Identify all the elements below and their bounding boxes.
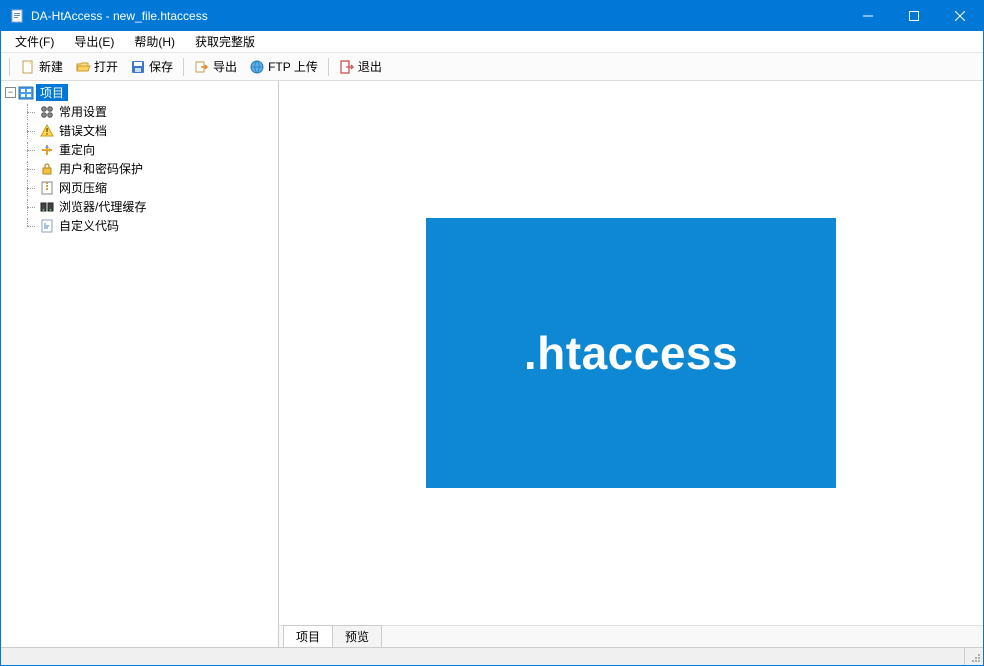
- tree-item-common-settings[interactable]: 常用设置: [21, 102, 278, 121]
- project-icon: [18, 85, 34, 101]
- tree-connector: [21, 218, 35, 234]
- status-cell: [1, 648, 965, 665]
- export-label: 导出: [213, 58, 237, 75]
- exit-button[interactable]: 退出: [333, 56, 388, 77]
- save-button[interactable]: 保存: [124, 56, 179, 77]
- new-file-icon: [20, 59, 36, 75]
- logo-text: .htaccess: [524, 326, 738, 380]
- menubar: 文件(F) 导出(E) 帮助(H) 获取完整版: [1, 31, 983, 53]
- new-label: 新建: [39, 58, 63, 75]
- tree-item-label: 重定向: [59, 141, 95, 158]
- code-file-icon: [39, 218, 55, 234]
- ftp-upload-button[interactable]: FTP 上传: [243, 56, 324, 77]
- window-title: DA-HtAccess - new_file.htaccess: [31, 9, 845, 23]
- toolbar-separator: [9, 58, 10, 76]
- cache-icon: [39, 199, 55, 215]
- save-disk-icon: [130, 59, 146, 75]
- toolbar-separator: [183, 58, 184, 76]
- toolbar: 新建 打开 保存 导出 FTP 上传 退出: [1, 53, 983, 81]
- toolbar-separator: [328, 58, 329, 76]
- menu-help[interactable]: 帮助(H): [124, 31, 185, 52]
- tree-item-label: 用户和密码保护: [59, 160, 143, 177]
- redirect-icon: [39, 142, 55, 158]
- statusbar: [1, 647, 983, 665]
- new-button[interactable]: 新建: [14, 56, 69, 77]
- tree-root[interactable]: − 项目: [1, 83, 278, 102]
- tree-connector: [21, 123, 35, 139]
- resize-grip-icon[interactable]: [965, 649, 983, 665]
- settings-icon: [39, 104, 55, 120]
- export-icon: [194, 59, 210, 75]
- collapse-icon[interactable]: −: [5, 87, 16, 98]
- tab-project[interactable]: 项目: [283, 625, 333, 647]
- main-area: − 项目 常用设置 错误文档 重定向: [1, 81, 983, 647]
- exit-icon: [339, 59, 355, 75]
- tree-connector: [21, 199, 35, 215]
- compress-icon: [39, 180, 55, 196]
- tree-item-label: 浏览器/代理缓存: [59, 198, 146, 215]
- tree-item-label: 错误文档: [59, 122, 107, 139]
- tree-item-label: 自定义代码: [59, 217, 119, 234]
- content-pane: .htaccess 项目 预览: [279, 81, 983, 647]
- tree-connector: [21, 180, 35, 196]
- close-button[interactable]: [937, 1, 983, 31]
- warning-icon: [39, 123, 55, 139]
- tree-connector: [21, 104, 35, 120]
- tree-item-redirect[interactable]: 重定向: [21, 140, 278, 159]
- minimize-button[interactable]: [845, 1, 891, 31]
- maximize-button[interactable]: [891, 1, 937, 31]
- titlebar: DA-HtAccess - new_file.htaccess: [1, 1, 983, 31]
- menu-export[interactable]: 导出(E): [64, 31, 124, 52]
- content-tabs: 项目 预览: [279, 625, 983, 647]
- tab-preview[interactable]: 预览: [332, 625, 382, 647]
- globe-icon: [249, 59, 265, 75]
- project-tree: − 项目 常用设置 错误文档 重定向: [1, 81, 278, 237]
- menu-getfull[interactable]: 获取完整版: [185, 31, 265, 52]
- tree-connector: [21, 142, 35, 158]
- tree-item-compression[interactable]: 网页压缩: [21, 178, 278, 197]
- logo-panel: .htaccess: [426, 218, 836, 488]
- tree-item-error-docs[interactable]: 错误文档: [21, 121, 278, 140]
- window-controls: [845, 1, 983, 31]
- lock-icon: [39, 161, 55, 177]
- tree-item-label: 常用设置: [59, 103, 107, 120]
- exit-label: 退出: [358, 58, 382, 75]
- tree-item-browser-cache[interactable]: 浏览器/代理缓存: [21, 197, 278, 216]
- save-label: 保存: [149, 58, 173, 75]
- export-button[interactable]: 导出: [188, 56, 243, 77]
- app-icon: [9, 8, 25, 24]
- open-label: 打开: [94, 58, 118, 75]
- content-body: .htaccess: [279, 81, 983, 625]
- tree-children: 常用设置 错误文档 重定向 用户和密码保护: [1, 102, 278, 235]
- open-folder-icon: [75, 59, 91, 75]
- tree-item-label: 网页压缩: [59, 179, 107, 196]
- tree-item-custom-code[interactable]: 自定义代码: [21, 216, 278, 235]
- tree-connector: [21, 161, 35, 177]
- sidebar: − 项目 常用设置 错误文档 重定向: [1, 81, 279, 647]
- tree-root-label: 项目: [36, 84, 68, 101]
- menu-file[interactable]: 文件(F): [5, 31, 64, 52]
- tree-item-user-password[interactable]: 用户和密码保护: [21, 159, 278, 178]
- open-button[interactable]: 打开: [69, 56, 124, 77]
- ftp-upload-label: FTP 上传: [268, 58, 318, 75]
